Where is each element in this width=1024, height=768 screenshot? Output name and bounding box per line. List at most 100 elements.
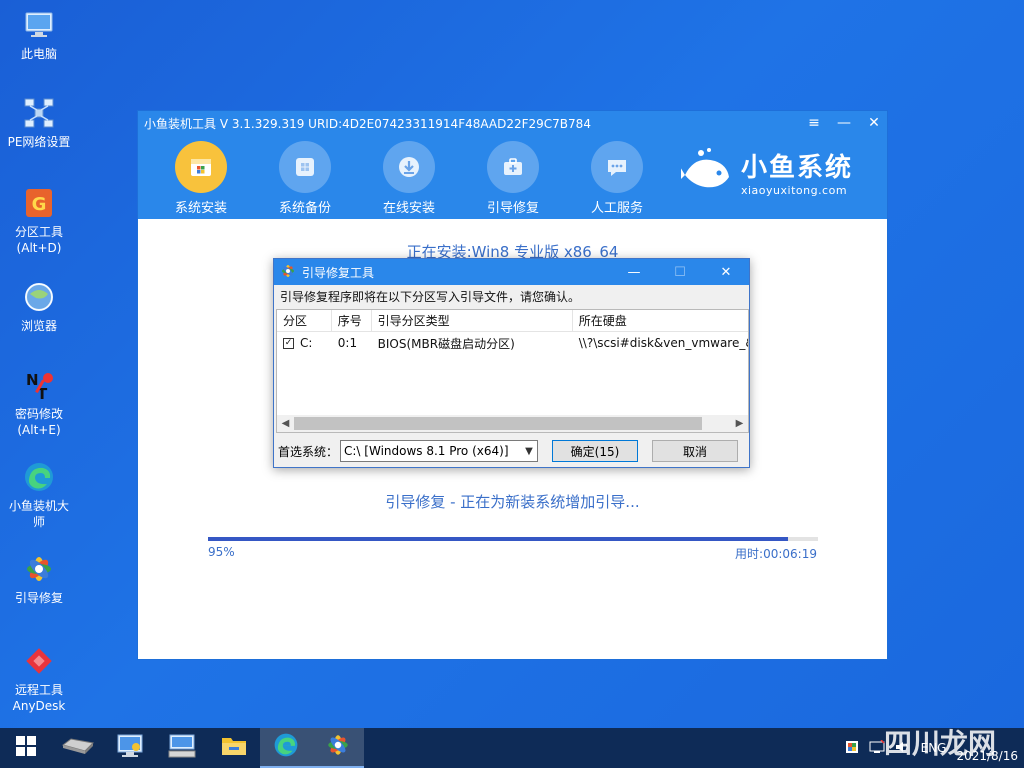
progress-percent: 95% [208, 545, 235, 559]
boot-repair-dialog: 引导修复工具 — ☐ ✕ 引导修复程序即将在以下分区写入引导文件，请您确认。 分… [273, 258, 750, 468]
fish-logo-icon [678, 147, 733, 197]
desktop-icon-computer[interactable]: 此电脑 [4, 8, 74, 62]
boot-repair-icon [325, 732, 351, 762]
partition-disk: \\?\scsi#disk&ven_vmware_& [578, 336, 748, 350]
system-backup-icon [279, 141, 331, 193]
dialog-message: 引导修复程序即将在以下分区写入引导文件，请您确认。 [274, 285, 749, 307]
desktop-icon-browser[interactable]: 浏览器 [4, 280, 74, 334]
keyboard-icon [167, 733, 197, 763]
edge-icon [22, 460, 56, 494]
partition-index: 0:1 [337, 336, 358, 350]
minimize-button[interactable]: — [837, 115, 851, 131]
preferred-system-select[interactable]: C:\ [Windows 8.1 Pro (x64)] ▼ [340, 440, 538, 462]
desktop-icon-shortcut: (Alt+E) [17, 423, 61, 437]
dialog-maximize-button[interactable]: ☐ [657, 259, 703, 285]
taskbar-edge[interactable] [260, 728, 312, 768]
progress-bar [208, 537, 818, 541]
desktop-icon-shortcut: (Alt+D) [16, 241, 62, 255]
nav-label: 系统备份 [278, 201, 331, 216]
taskbar-control-panel[interactable] [104, 728, 156, 768]
desktop-icon-anydesk[interactable]: 远程工具 AnyDesk [4, 644, 74, 714]
partition-checkbox[interactable]: ✓ [283, 337, 294, 349]
chat-icon [591, 141, 643, 193]
desktop-icon-label: 远程工具 [14, 683, 63, 697]
nav-system-backup[interactable]: 系统备份 [266, 135, 344, 219]
desktop-icon-label: 此电脑 [20, 47, 57, 61]
hard-drive-icon [61, 735, 95, 761]
watermark: 四川龙网 [883, 727, 996, 760]
list-item[interactable]: ✓ C: 0:1 BIOS(MBR磁盘启动分区) \\?\scsi#disk&v… [277, 332, 748, 354]
system-install-icon [175, 141, 227, 193]
scroll-left-icon[interactable]: ◀ [277, 418, 294, 429]
nav-label: 人工服务 [590, 201, 643, 216]
desktop-icon-boot-repair[interactable]: 引导修复 [4, 552, 74, 606]
nav-label: 引导修复 [486, 201, 539, 216]
partition-type: BIOS(MBR磁盘启动分区) [377, 336, 515, 351]
start-button[interactable] [0, 728, 52, 768]
taskbar: ENG 2021/8/16 [0, 728, 1024, 768]
elapsed-time: 用时:00:06:19 [735, 547, 817, 561]
desktop-icon-label: PE网络设置 [7, 135, 71, 149]
control-panel-icon [116, 733, 144, 763]
cancel-button[interactable]: 取消 [652, 440, 738, 462]
boot-repair-icon [22, 552, 56, 586]
desktop-icon-label: 分区工具 [14, 225, 63, 239]
dialog-footer: 首选系统： C:\ [Windows 8.1 Pro (x64)] ▼ 确定(1… [274, 439, 749, 463]
close-button[interactable]: ✕ [867, 115, 881, 131]
column-header-type[interactable]: 引导分区类型 [372, 310, 573, 331]
dialog-title: 引导修复工具 [302, 265, 375, 280]
main-header: 系统安装 系统备份 在线安装 引导修复 人工服务 小鱼系统 xiaoyuxito… [138, 135, 887, 219]
desktop-icon-xiaoyu-master[interactable]: 小鱼装机大师 [4, 460, 74, 530]
password-tool-icon: NT [22, 368, 56, 402]
boot-repair-icon [280, 263, 296, 282]
brand-name: 小鱼系统 [740, 153, 853, 183]
desktop-icon-label: 浏览器 [20, 319, 57, 333]
dialog-minimize-button[interactable]: — [611, 259, 657, 285]
desktop-icon-partition-tool[interactable]: G 分区工具 (Alt+D) [4, 186, 74, 256]
dialog-close-button[interactable]: ✕ [703, 259, 749, 285]
edge-icon [273, 732, 299, 762]
start-icon [15, 735, 37, 761]
tray-app-icon[interactable] [845, 740, 859, 757]
clock-time [1014, 732, 1018, 748]
preferred-system-value: C:\ [Windows 8.1 Pro (x64)] [344, 444, 509, 458]
desktop-icon-label: 小鱼装机大师 [8, 499, 69, 529]
column-header-disk[interactable]: 所在硬盘 [573, 310, 748, 331]
anydesk-icon [22, 644, 56, 678]
nav-boot-repair[interactable]: 引导修复 [474, 135, 552, 219]
nav-system-install[interactable]: 系统安装 [162, 135, 240, 219]
brand-domain: xiaoyuxitong.com [740, 184, 848, 197]
chevron-down-icon: ▼ [525, 445, 533, 457]
dialog-titlebar[interactable]: 引导修复工具 — ☐ ✕ [274, 259, 749, 285]
preferred-system-label: 首选系统： [278, 444, 339, 459]
computer-icon [22, 8, 56, 42]
online-install-icon [383, 141, 435, 193]
horizontal-scrollbar[interactable]: ◀ ▶ [277, 415, 748, 432]
taskbar-boot-repair[interactable] [312, 728, 364, 768]
taskbar-file-explorer[interactable] [208, 728, 260, 768]
desktop-icon-pe-network[interactable]: PE网络设置 [4, 96, 74, 150]
scrollbar-thumb[interactable] [294, 417, 702, 430]
nav-label: 在线安装 [382, 201, 435, 216]
nav-online-install[interactable]: 在线安装 [370, 135, 448, 219]
boot-repair-icon [487, 141, 539, 193]
network-tray-icon[interactable] [869, 738, 885, 757]
scroll-right-icon[interactable]: ▶ [731, 418, 748, 429]
main-titlebar[interactable]: 小鱼装机工具 V 3.1.329.319 URID:4D2E0742331191… [138, 111, 887, 135]
column-header-index[interactable]: 序号 [332, 310, 372, 331]
desktop-icon-password-tool[interactable]: NT 密码修改 (Alt+E) [4, 368, 74, 438]
menu-button[interactable]: ≡ [807, 115, 821, 131]
confirm-button[interactable]: 确定(15) [552, 440, 638, 462]
progress-fill [208, 537, 788, 541]
browser-icon [22, 280, 56, 314]
desktop-icon-label: 密码修改 [14, 407, 63, 421]
nav-label: 系统安装 [174, 201, 227, 216]
svg-text:G: G [32, 194, 47, 215]
column-header-partition[interactable]: 分区 [277, 310, 332, 331]
nav-customer-service[interactable]: 人工服务 [578, 135, 656, 219]
taskbar-disk-tool[interactable] [52, 728, 104, 768]
taskbar-keyboard[interactable] [156, 728, 208, 768]
desktop-icon-label: 引导修复 [14, 591, 63, 605]
window-title: 小鱼装机工具 V 3.1.329.319 URID:4D2E0742331191… [144, 116, 591, 131]
file-explorer-icon [220, 734, 248, 762]
